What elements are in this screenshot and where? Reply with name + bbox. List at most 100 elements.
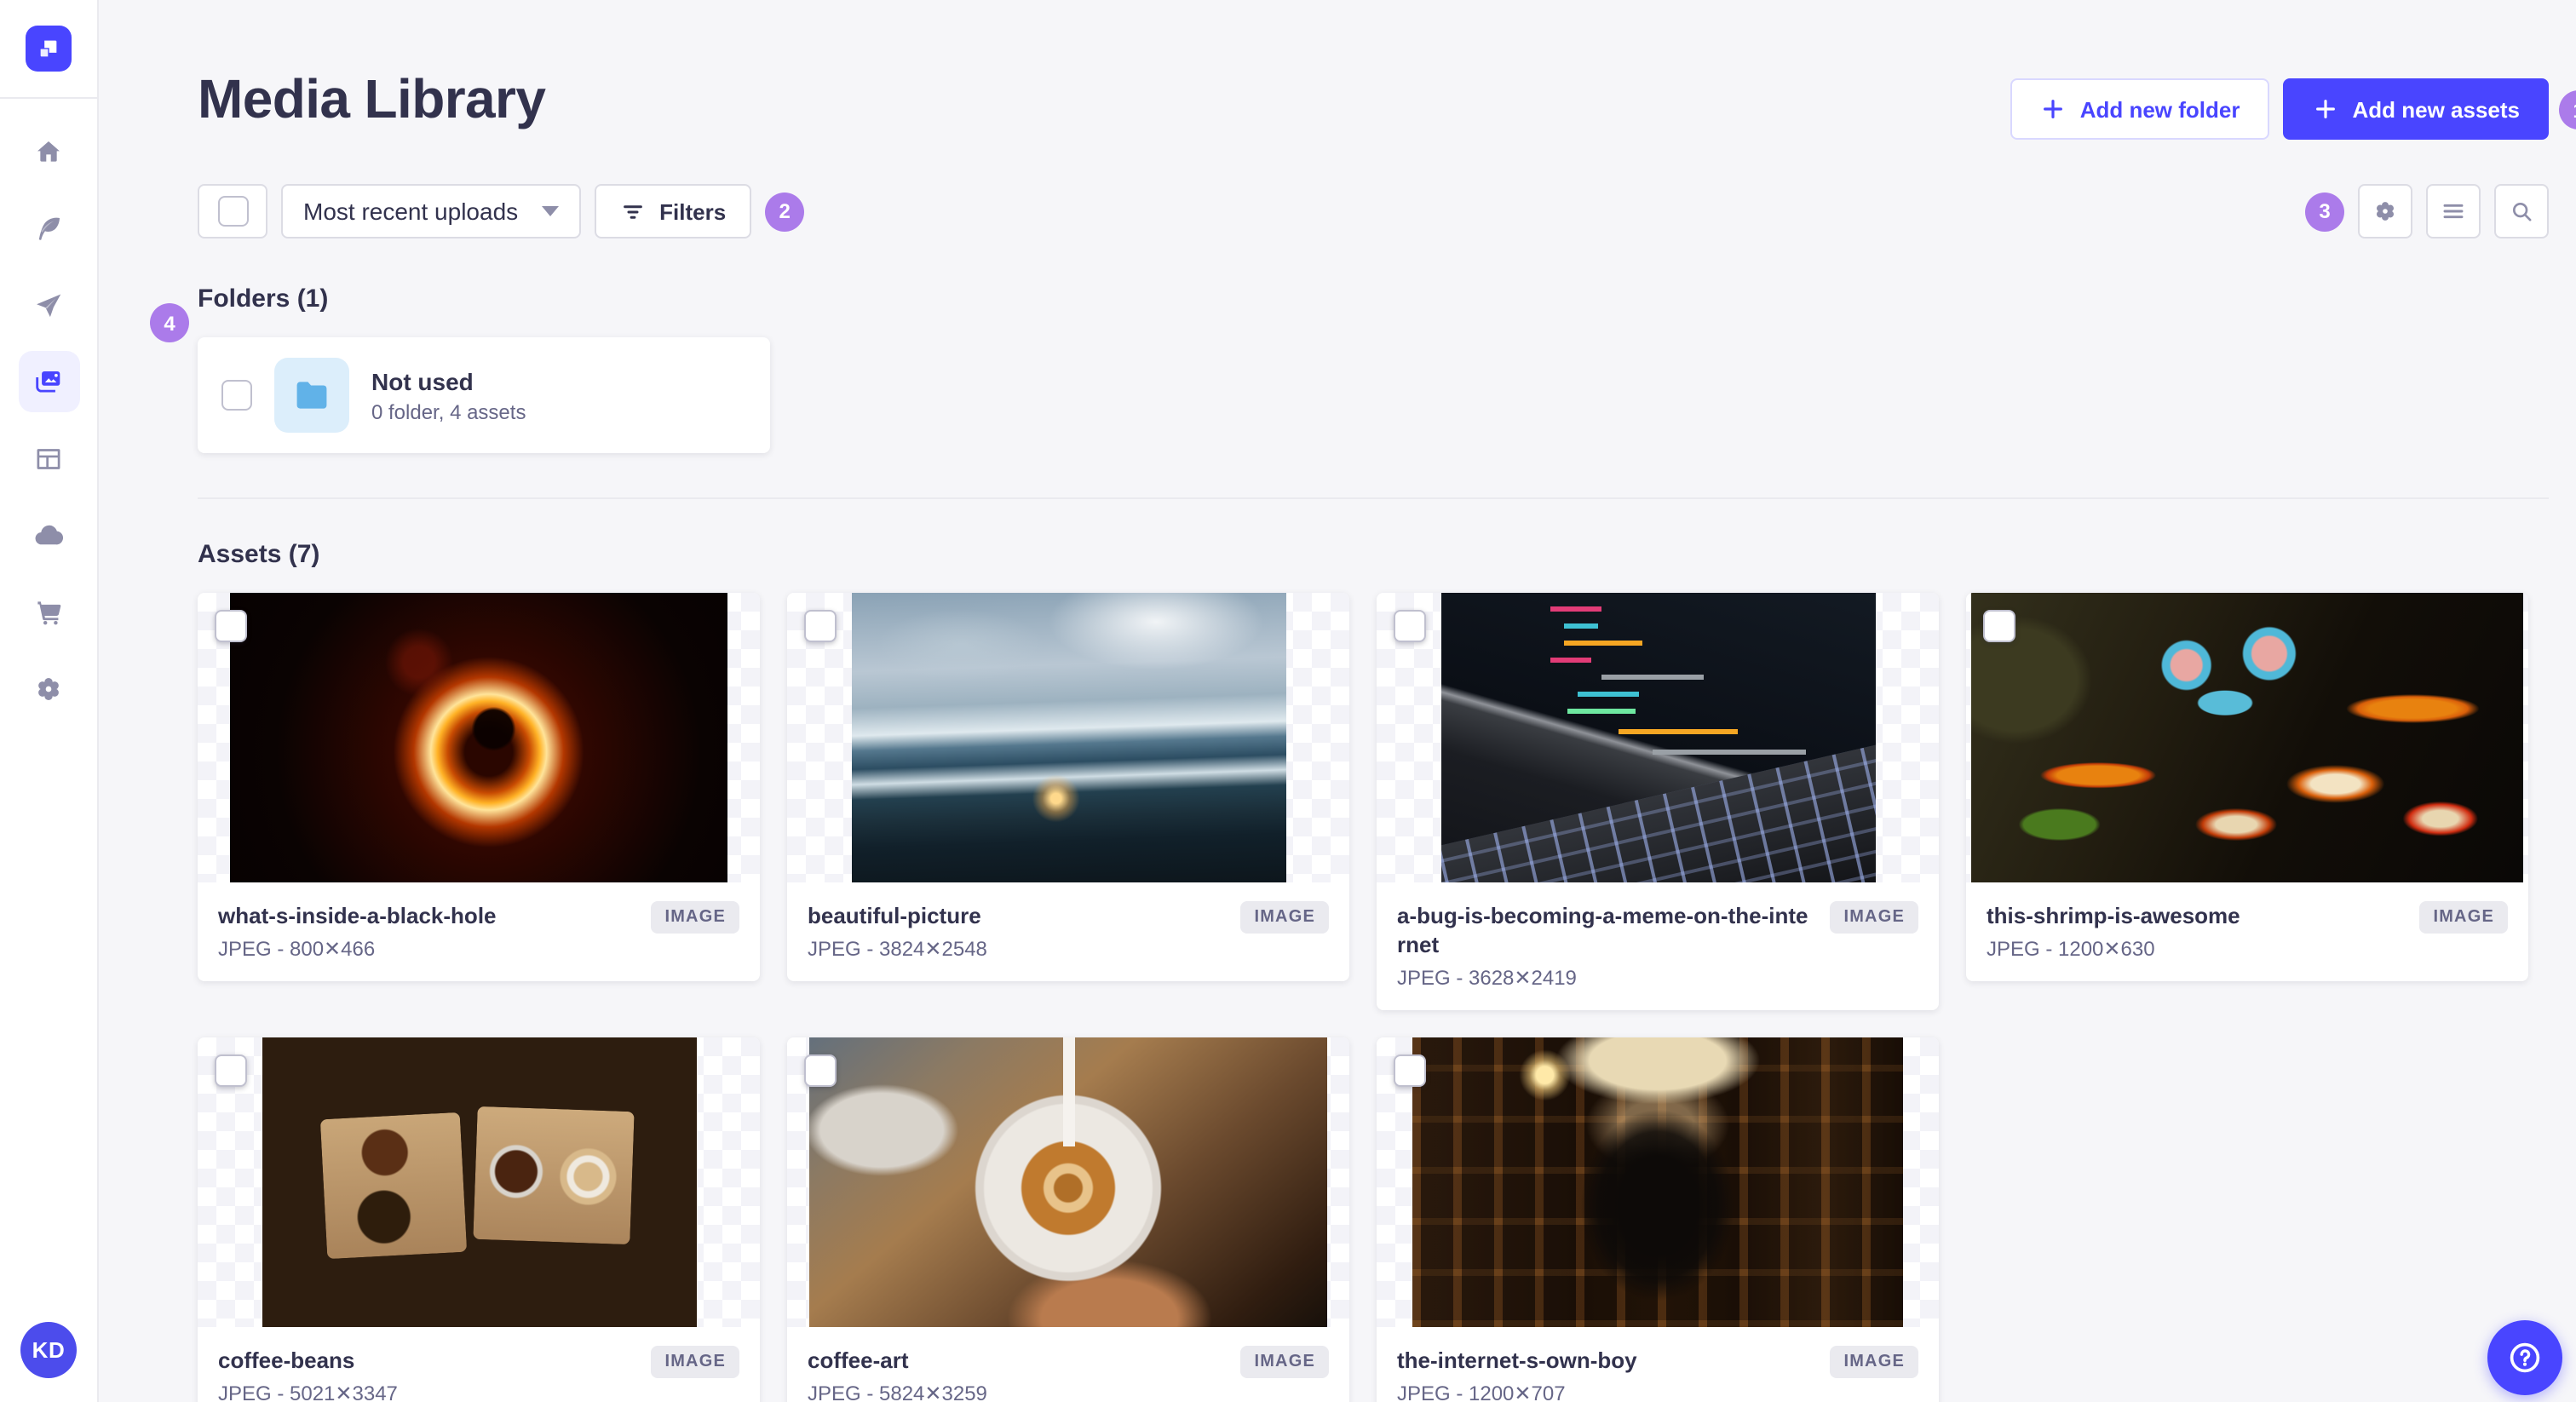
folder-icon — [296, 382, 327, 409]
home-icon — [37, 141, 60, 161]
sidebar-item-settings[interactable] — [18, 658, 79, 719]
sort-dropdown[interactable]: Most recent uploads — [281, 184, 582, 238]
asset-thumb-area — [198, 1037, 760, 1327]
asset-text: the-internet-s-own-boy JPEG - 1200✕707 — [1397, 1346, 1637, 1402]
asset-info: coffee-beans JPEG - 5021✕3347 IMAGE — [198, 1327, 760, 1402]
paper-plane-icon — [37, 293, 61, 317]
asset-text: coffee-beans JPEG - 5021✕3347 — [218, 1346, 398, 1402]
sidebar-item-cart[interactable] — [18, 581, 79, 642]
sidebar-item-media-library[interactable] — [18, 351, 79, 412]
asset-thumb-area — [198, 593, 760, 882]
media-library-icon — [36, 371, 60, 392]
plus-icon — [2043, 100, 2062, 118]
asset-thumb-area — [787, 1037, 1349, 1327]
folders-section: 4 Folders (1) Not used 0 folder, 4 asset… — [150, 284, 2549, 453]
asset-thumbnail-library-boy — [1412, 1037, 1903, 1327]
add-new-folder-button[interactable]: Add new folder — [2010, 78, 2269, 140]
sidebar-item-home[interactable] — [18, 121, 79, 182]
list-icon — [2443, 204, 2464, 219]
assets-heading: Assets (7) — [198, 540, 320, 569]
asset-meta: JPEG - 3824✕2548 — [808, 937, 987, 961]
folder-checkbox[interactable] — [221, 380, 252, 411]
asset-card[interactable]: beautiful-picture JPEG - 3824✕2548 IMAGE — [787, 593, 1349, 981]
search-button[interactable] — [2494, 184, 2549, 238]
asset-thumbnail-coffee-art — [809, 1037, 1327, 1327]
sidebar-item-layout[interactable] — [18, 428, 79, 489]
asset-title: this-shrimp-is-awesome — [1987, 903, 2240, 928]
asset-thumbnail-laptop-code — [1440, 593, 1875, 882]
annotation-badge-2: 2 — [765, 192, 805, 231]
asset-meta: JPEG - 1200✕630 — [1987, 937, 2155, 961]
asset-type-badge: IMAGE — [1830, 1346, 1918, 1378]
select-all-checkbox[interactable] — [217, 196, 248, 227]
asset-checkbox[interactable] — [1394, 610, 1426, 642]
gear-icon — [2377, 202, 2394, 221]
asset-card[interactable]: what-s-inside-a-black-hole JPEG - 800✕46… — [198, 593, 760, 981]
filter-icon — [624, 204, 643, 218]
view-settings-button[interactable] — [2358, 184, 2412, 238]
asset-thumbnail-coffee-beans — [262, 1037, 696, 1327]
sidebar-item-cloud[interactable] — [18, 504, 79, 566]
media-library-page: KD Media Library Add new folder Add new … — [0, 0, 2576, 1402]
asset-thumb-area — [787, 593, 1349, 882]
asset-card[interactable]: coffee-beans JPEG - 5021✕3347 IMAGE — [198, 1037, 760, 1402]
header-actions: Add new folder Add new assets 1 — [2010, 78, 2576, 140]
logo-wrap — [0, 0, 97, 99]
asset-thumb-area — [1966, 593, 2528, 882]
list-view-button[interactable] — [2426, 184, 2481, 238]
toolbar-left: Most recent uploads Filters 2 — [198, 184, 805, 238]
filters-label: Filters — [659, 198, 727, 224]
annotation-badge-3: 3 — [2305, 192, 2344, 231]
asset-title: coffee-art — [808, 1347, 909, 1373]
asset-type-badge: IMAGE — [651, 1346, 739, 1378]
asset-card[interactable]: this-shrimp-is-awesome JPEG - 1200✕630 I… — [1966, 593, 2528, 981]
avatar[interactable]: KD — [20, 1322, 77, 1378]
asset-title: the-internet-s-own-boy — [1397, 1347, 1637, 1373]
sidebar-item-paper-plane[interactable] — [18, 274, 79, 336]
asset-card[interactable]: coffee-art JPEG - 5824✕3259 IMAGE — [787, 1037, 1349, 1402]
asset-card[interactable]: the-internet-s-own-boy JPEG - 1200✕707 I… — [1377, 1037, 1939, 1402]
folder-card[interactable]: Not used 0 folder, 4 assets — [198, 337, 770, 453]
folder-text: Not used 0 folder, 4 assets — [371, 367, 526, 423]
search-icon — [2513, 203, 2532, 221]
chevron-down-icon — [542, 206, 560, 216]
asset-meta: JPEG - 3628✕2419 — [1397, 966, 1577, 990]
strapi-logo[interactable] — [26, 26, 72, 72]
asset-checkbox[interactable] — [1983, 610, 2015, 642]
select-all-checkbox-wrap[interactable] — [198, 184, 267, 238]
asset-thumbnail-shrimp — [1971, 593, 2523, 882]
asset-info: the-internet-s-own-boy JPEG - 1200✕707 I… — [1377, 1327, 1939, 1402]
asset-title: coffee-beans — [218, 1347, 355, 1373]
asset-checkbox[interactable] — [215, 1054, 247, 1087]
help-button[interactable] — [2487, 1320, 2562, 1395]
page-title: Media Library — [198, 68, 546, 129]
sidebar: KD — [0, 0, 99, 1402]
asset-text: beautiful-picture JPEG - 3824✕2548 — [808, 901, 987, 961]
asset-title: a-bug-is-becoming-a-meme-on-the-internet — [1397, 903, 1808, 957]
add-new-assets-label: Add new assets — [2352, 96, 2520, 122]
help-icon — [2510, 1342, 2540, 1373]
sidebar-item-feather[interactable] — [18, 198, 79, 259]
asset-checkbox[interactable] — [215, 610, 247, 642]
asset-type-badge: IMAGE — [651, 901, 739, 934]
assets-section: Assets (7) what-s-inside-a-black-hole JP… — [198, 540, 2549, 1402]
asset-checkbox[interactable] — [804, 1054, 837, 1087]
add-new-assets-button[interactable]: Add new assets — [2282, 78, 2549, 140]
asset-title: beautiful-picture — [808, 903, 981, 928]
asset-checkbox[interactable] — [804, 610, 837, 642]
asset-card[interactable]: a-bug-is-becoming-a-meme-on-the-internet… — [1377, 593, 1939, 1010]
annotation-badge-1: 1 — [2559, 90, 2576, 129]
asset-thumb-area — [1377, 593, 1939, 882]
feather-icon — [38, 216, 60, 239]
plus-icon — [2315, 100, 2335, 118]
asset-title: what-s-inside-a-black-hole — [218, 903, 497, 928]
asset-type-badge: IMAGE — [1240, 901, 1329, 934]
section-divider — [198, 497, 2549, 499]
asset-info: coffee-art JPEG - 5824✕3259 IMAGE — [787, 1327, 1349, 1402]
filters-button[interactable]: Filters — [595, 184, 752, 238]
add-assets-wrap: Add new assets 1 — [2282, 78, 2576, 140]
asset-checkbox[interactable] — [1394, 1054, 1426, 1087]
asset-meta: JPEG - 5824✕3259 — [808, 1382, 987, 1402]
cart-icon — [37, 600, 61, 624]
asset-info: a-bug-is-becoming-a-meme-on-the-internet… — [1377, 882, 1939, 1010]
